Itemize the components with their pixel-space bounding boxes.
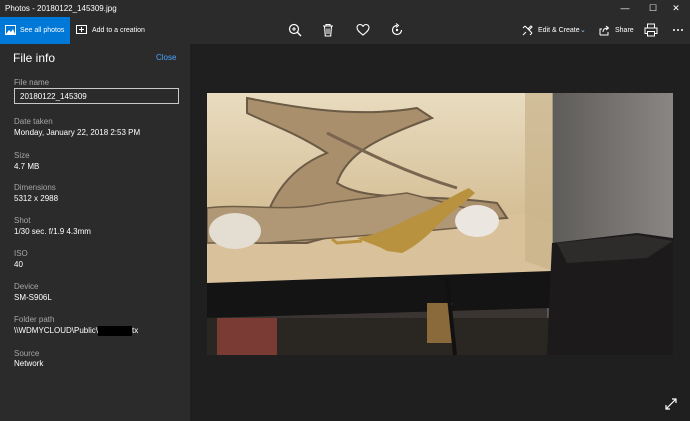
panel-title: File info <box>13 51 56 65</box>
edit-create-label: Edit & Create <box>538 27 580 34</box>
delete-icon[interactable] <box>321 23 335 37</box>
fullscreen-icon[interactable] <box>664 397 678 411</box>
close-window-button[interactable]: ✕ <box>662 0 690 17</box>
source-value: Network <box>14 359 44 368</box>
folder-path-prefix: \\WDMYCLOUD\Public\ <box>14 326 99 336</box>
photos-icon <box>5 25 16 35</box>
shot-label: Shot <box>14 216 31 225</box>
add-creation-icon <box>76 25 87 34</box>
see-all-photos-label: See all photos <box>20 27 65 34</box>
chevron-down-icon: ⌄ <box>580 27 586 34</box>
file-info-panel: File info Close File name Date taken Mon… <box>0 44 190 421</box>
minimize-button[interactable]: — <box>611 0 639 17</box>
dimensions-value: 5312 x 2988 <box>14 194 59 203</box>
source-label: Source <box>14 349 40 358</box>
favorite-icon[interactable] <box>356 23 370 37</box>
toolbar: See all photos Add to a creation Edit & … <box>0 17 690 44</box>
see-all-photos-button[interactable]: See all photos <box>0 17 70 44</box>
shot-value: 1/30 sec. f/1.9 4.3mm <box>14 227 91 236</box>
more-icon[interactable] <box>671 23 685 37</box>
folder-path-suffix: tx <box>132 326 139 336</box>
add-to-creation-label: Add to a creation <box>92 27 145 34</box>
folder-path-label: Folder path <box>14 315 55 324</box>
device-label: Device <box>14 282 39 291</box>
share-label: Share <box>615 27 634 34</box>
minimize-icon: — <box>620 3 630 13</box>
redaction-box <box>98 326 133 336</box>
maximize-icon: ☐ <box>648 3 658 13</box>
share-icon <box>599 25 610 36</box>
size-label: Size <box>14 151 30 160</box>
dimensions-label: Dimensions <box>14 183 56 192</box>
window-title: Photos - 20180122_145309.jpg <box>5 4 117 13</box>
iso-label: ISO <box>14 249 28 258</box>
size-value: 4.7 MB <box>14 162 40 171</box>
device-value: SM-S906L <box>14 293 52 302</box>
file-name-label: File name <box>14 78 50 87</box>
edit-icon <box>522 25 533 36</box>
date-taken-value: Monday, January 22, 2018 2:53 PM <box>14 128 141 137</box>
rotate-icon[interactable] <box>390 23 404 37</box>
print-icon[interactable] <box>644 23 658 37</box>
title-bar: Photos - 20180122_145309.jpg — ☐ ✕ <box>0 0 690 17</box>
file-name-field[interactable] <box>14 88 179 104</box>
photo-image <box>207 93 673 355</box>
zoom-icon[interactable] <box>288 23 302 37</box>
folder-path-value: \\WDMYCLOUD\Public\ tx <box>14 326 138 336</box>
date-taken-label: Date taken <box>14 117 53 126</box>
close-panel-link[interactable]: Close <box>156 53 176 62</box>
iso-value: 40 <box>14 260 23 269</box>
close-icon: ✕ <box>672 3 680 13</box>
